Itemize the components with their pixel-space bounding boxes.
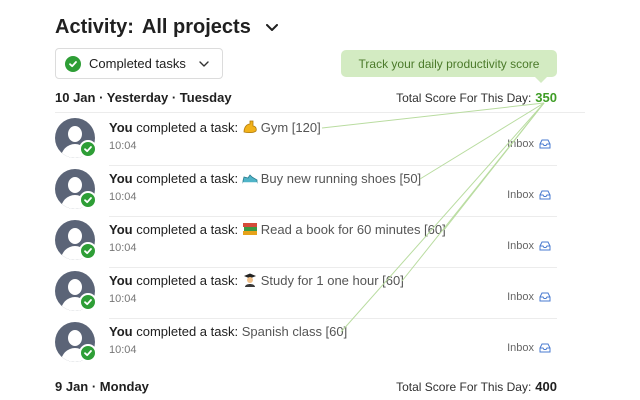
- chevron-down-icon: [198, 58, 210, 70]
- check-badge-icon: [79, 344, 97, 362]
- day-score-value: 350: [535, 90, 557, 105]
- project-label: Inbox: [507, 138, 534, 150]
- activity-item: You completed a task: Study for 1 one ho…: [55, 269, 557, 319]
- day-header: 9 Jan · Monday Total Score For This Day:…: [55, 379, 557, 394]
- inbox-icon: [539, 139, 551, 149]
- project-label: Inbox: [507, 342, 534, 354]
- activity-time: 10:04: [109, 140, 137, 152]
- inbox-icon: [539, 241, 551, 251]
- day-date: 9 Jan · Monday: [55, 379, 149, 394]
- page-title-prefix: Activity:: [55, 16, 134, 38]
- day-score: Total Score For This Day: 350: [396, 90, 557, 105]
- check-badge-icon: [79, 140, 97, 158]
- activity-text: You completed a task: Read a book for 60…: [109, 222, 446, 237]
- running-shoe-icon: [242, 171, 258, 185]
- project-inbox[interactable]: Inbox: [507, 240, 551, 252]
- activity-action: completed a task:: [136, 120, 239, 135]
- activity-user[interactable]: You: [109, 273, 133, 288]
- chevron-down-icon[interactable]: [265, 21, 279, 35]
- inbox-icon: [539, 190, 551, 200]
- day-date: 10 Jan · Yesterday · Tuesday: [55, 90, 232, 105]
- activity-item: You completed a task: Spanish class [60]…: [55, 320, 557, 370]
- completed-tasks-filter[interactable]: Completed tasks: [55, 48, 223, 79]
- activity-time: 10:04: [109, 293, 137, 305]
- check-badge-icon: [79, 191, 97, 209]
- activity-action: completed a task:: [136, 222, 239, 237]
- project-inbox[interactable]: Inbox: [507, 291, 551, 303]
- check-badge-icon: [79, 242, 97, 260]
- filter-label: Completed tasks: [89, 56, 186, 71]
- activity-action: completed a task:: [136, 273, 239, 288]
- activity-item: You completed a task: Gym [120] 10:04 In…: [55, 116, 557, 166]
- books-icon: [242, 222, 258, 236]
- activity-action: completed a task:: [136, 324, 239, 339]
- activity-user[interactable]: You: [109, 171, 133, 186]
- project-label: Inbox: [507, 291, 534, 303]
- activity-user[interactable]: You: [109, 222, 133, 237]
- activity-user[interactable]: You: [109, 120, 133, 135]
- day-score-label: Total Score For This Day:: [396, 380, 532, 394]
- activity-text: You completed a task: Buy new running sh…: [109, 171, 421, 186]
- activity-text: You completed a task: Spanish class [60]: [109, 324, 347, 339]
- project-inbox[interactable]: Inbox: [507, 342, 551, 354]
- project-selector[interactable]: All projects: [142, 16, 251, 39]
- page-header: Activity: All projects: [55, 16, 279, 39]
- day-header: 10 Jan · Yesterday · Tuesday Total Score…: [55, 90, 557, 105]
- task-link[interactable]: Buy new running shoes [50]: [261, 171, 421, 186]
- activity-item: You completed a task: Buy new running sh…: [55, 167, 557, 217]
- activity-user[interactable]: You: [109, 324, 133, 339]
- day-score-label: Total Score For This Day:: [396, 91, 532, 105]
- project-label: Inbox: [507, 240, 534, 252]
- check-circle-icon: [65, 55, 81, 72]
- day-score: Total Score For This Day: 400: [396, 379, 557, 394]
- inbox-icon: [539, 343, 551, 353]
- task-link[interactable]: Study for 1 one hour [60]: [261, 273, 404, 288]
- activity-text: You completed a task: Study for 1 one ho…: [109, 273, 404, 288]
- activity-time: 10:04: [109, 242, 137, 254]
- day-score-value: 400: [535, 379, 557, 394]
- task-link[interactable]: Read a book for 60 minutes [60]: [261, 222, 446, 237]
- check-badge-icon: [79, 293, 97, 311]
- flexed-biceps-icon: [242, 120, 258, 134]
- project-label: Inbox: [507, 189, 534, 201]
- activity-text: You completed a task: Gym [120]: [109, 120, 321, 135]
- project-inbox[interactable]: Inbox: [507, 189, 551, 201]
- student-icon: [242, 273, 258, 287]
- divider: [55, 112, 585, 113]
- project-inbox[interactable]: Inbox: [507, 138, 551, 150]
- activity-action: completed a task:: [136, 171, 239, 186]
- task-link[interactable]: Gym [120]: [261, 120, 321, 135]
- task-link[interactable]: Spanish class [60]: [242, 324, 348, 339]
- activity-time: 10:04: [109, 191, 137, 203]
- activity-item: You completed a task: Read a book for 60…: [55, 218, 557, 268]
- inbox-icon: [539, 292, 551, 302]
- activity-time: 10:04: [109, 344, 137, 356]
- productivity-tooltip: Track your daily productivity score: [341, 50, 557, 83]
